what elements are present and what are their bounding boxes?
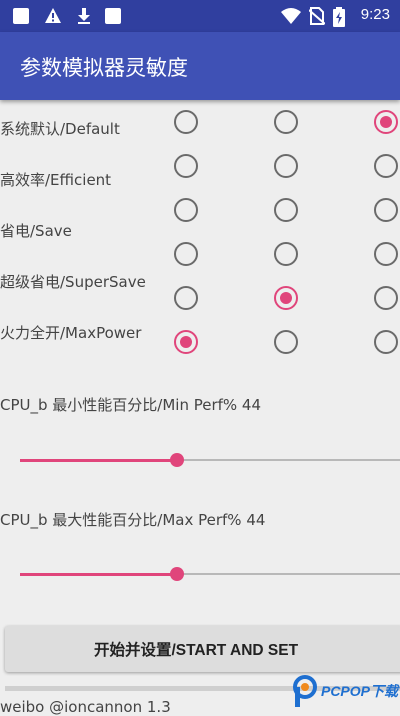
- wifi-icon: [281, 8, 301, 24]
- radio-row2-col3[interactable]: [374, 154, 398, 178]
- radio-row3-col1[interactable]: [174, 198, 198, 222]
- radio-row1-col3[interactable]: [374, 110, 398, 134]
- radio-row4-col1[interactable]: [174, 242, 198, 266]
- watermark-text: PCPOP下载: [320, 683, 398, 699]
- max-perf-slider[interactable]: [20, 567, 400, 581]
- min-perf-label: CPU_b 最小性能百分比/Min Perf% 44: [0, 396, 262, 414]
- mode-label-maxpower: 火力全开/MaxPower: [0, 324, 142, 342]
- max-perf-slider-fill: [20, 572, 178, 576]
- radio-row5-col1[interactable]: [174, 286, 198, 310]
- footer-credit: weibo @ioncannon 1.3: [0, 698, 171, 716]
- radio-row2-col2[interactable]: [274, 154, 298, 178]
- min-perf-slider[interactable]: [20, 453, 400, 467]
- mode-label-supersave: 超级省电/SuperSave: [0, 273, 146, 291]
- app-bar: 参数模拟器灵敏度: [0, 32, 400, 100]
- warning-icon: [45, 8, 61, 23]
- radio-row2-col1[interactable]: [174, 154, 198, 178]
- radio-row4-col3[interactable]: [374, 242, 398, 266]
- radio-row6-col1[interactable]: [174, 330, 198, 354]
- radio-row4-col2[interactable]: [274, 242, 298, 266]
- start-and-set-button[interactable]: 开始并设置/START AND SET: [5, 626, 400, 672]
- battery-charging-icon: [333, 7, 345, 27]
- radio-row6-col3[interactable]: [374, 330, 398, 354]
- no-sim-icon: [309, 7, 325, 25]
- radio-row3-col2[interactable]: [274, 198, 298, 222]
- radio-row5-col3[interactable]: [374, 286, 398, 310]
- min-perf-slider-thumb[interactable]: [170, 453, 185, 467]
- radio-row6-col2[interactable]: [274, 330, 298, 354]
- min-perf-slider-fill: [20, 458, 178, 462]
- status-time: 9:23: [360, 6, 390, 23]
- radio-row5-col2[interactable]: [274, 286, 298, 310]
- square-icon: [105, 8, 121, 24]
- watermark: PCPOP下载: [292, 674, 398, 708]
- mode-label-save: 省电/Save: [0, 222, 72, 240]
- radio-row1-col2[interactable]: [274, 110, 298, 134]
- max-perf-label: CPU_b 最大性能百分比/Max Perf% 44: [0, 511, 266, 529]
- radio-row1-col1[interactable]: [174, 110, 198, 134]
- download-icon: [78, 8, 90, 24]
- square-icon: [13, 8, 29, 24]
- mode-label-efficient: 高效率/Efficient: [0, 171, 112, 189]
- status-bar: 9:23: [0, 0, 400, 32]
- radio-row3-col3[interactable]: [374, 198, 398, 222]
- app-title: 参数模拟器灵敏度: [20, 56, 188, 80]
- mode-label-default: 系统默认/Default: [0, 120, 120, 138]
- pcpop-logo-icon: [292, 675, 317, 707]
- max-perf-slider-thumb[interactable]: [170, 567, 185, 581]
